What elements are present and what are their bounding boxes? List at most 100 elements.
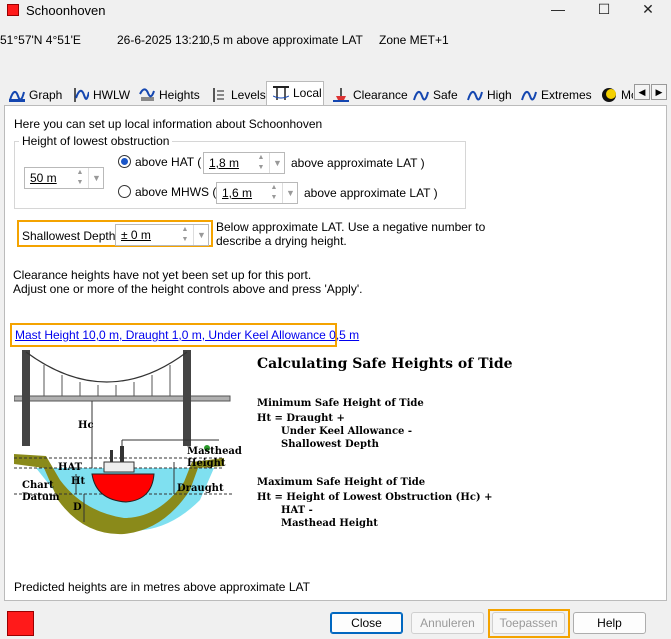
above-hat-label: above HAT ( — [135, 155, 202, 169]
d-label: D — [73, 502, 82, 513]
hat-height-stepper[interactable]: 1,8 m ▲ ▼ ▼ — [203, 152, 285, 174]
mhws-suffix: above approximate LAT ) — [304, 186, 438, 200]
hat-suffix: above approximate LAT ) — [291, 156, 425, 170]
above-mhws-label: above MHWS ( — [135, 185, 217, 199]
chevron-down-icon[interactable]: ▼ — [282, 183, 298, 203]
obstruction-height-stepper[interactable]: 50 m ▲ ▼ ▼ — [24, 167, 104, 189]
maximize-button[interactable]: ☐ — [581, 0, 627, 20]
bridge-deck — [14, 395, 231, 402]
tab-extremes[interactable]: Extremes — [514, 83, 592, 105]
stepper-down-icon[interactable]: ▼ — [254, 163, 268, 173]
stepper-up-icon[interactable]: ▲ — [73, 168, 87, 178]
stepper-up-icon[interactable]: ▲ — [267, 183, 281, 193]
intro-text: Here you can set up local information ab… — [14, 117, 323, 131]
tab-label: Extremes — [541, 88, 592, 102]
datetime-readout: 26-6-2025 13:21 — [117, 33, 206, 47]
masthead-label-2: Height — [187, 458, 226, 469]
tab-safe[interactable]: Safe — [406, 83, 458, 105]
max-safe-title: Maximum Safe Height of Tide — [257, 477, 426, 488]
close-button[interactable]: Close — [330, 612, 403, 634]
tab-scroll-right-button[interactable]: ▶ — [651, 84, 667, 100]
bridge-icon — [273, 86, 289, 100]
bridge-cable — [25, 351, 188, 383]
stepper-up-icon[interactable]: ▲ — [178, 225, 192, 235]
close-window-button[interactable]: ✕ — [625, 0, 671, 20]
safe-height-diagram: Hc HAT Ht D Chart Datum Masthead Height … — [14, 350, 242, 535]
hat-height-value: 1,8 m — [209, 156, 240, 170]
tab-scroll-left-button[interactable]: ◀ — [634, 84, 650, 100]
levels-icon — [213, 88, 224, 102]
tab-label: HWLW — [93, 88, 131, 102]
above-hat-radio[interactable] — [118, 155, 131, 168]
max-safe-line-1: Ht = Height of Lowest Obstruction (Hc) + — [257, 492, 493, 503]
chevron-down-icon[interactable]: ▼ — [88, 168, 104, 188]
cancel-button[interactable]: Annuleren — [411, 612, 484, 634]
stepper-down-icon[interactable]: ▼ — [73, 178, 87, 188]
tab-levels[interactable]: Levels — [204, 83, 266, 105]
tab-label: Mo — [621, 88, 633, 102]
tab-hwlw[interactable]: HWLW — [66, 83, 131, 105]
tab-clearance[interactable]: Clearance — [326, 83, 408, 105]
hc-label: Hc — [78, 420, 94, 431]
ship-superstructure — [103, 461, 135, 473]
height-readout: 0,5 m above approximate LAT — [203, 33, 363, 47]
tab-label: Local — [293, 86, 322, 100]
clearance-message-2: Adjust one or more of the height control… — [13, 282, 363, 296]
tab-bar: Graph HWLW Heights Levels Local Clearanc… — [0, 81, 671, 105]
zone-readout: Zone MET+1 — [379, 33, 449, 47]
minimize-button[interactable]: — — [535, 0, 581, 20]
diagram-heading: Calculating Safe Heights of Tide — [257, 356, 513, 372]
above-mhws-radio[interactable] — [118, 185, 131, 198]
tab-label: Levels — [231, 88, 266, 102]
masthead-label-1: Masthead — [187, 446, 242, 457]
clearance-message-1: Clearance heights have not yet been set … — [13, 268, 312, 282]
shallowest-depth-label: Shallowest Depth — [22, 229, 116, 243]
stepper-down-icon[interactable]: ▼ — [178, 235, 192, 245]
heights-icon — [139, 88, 155, 101]
hwlw-icon — [74, 88, 89, 102]
mhws-height-stepper[interactable]: 1,6 m ▲ ▼ ▼ — [216, 182, 298, 204]
tide-status-indicator — [7, 611, 34, 636]
shallowest-note-1: Below approximate LAT. Use a negative nu… — [216, 220, 486, 234]
graph-icon — [9, 90, 25, 102]
position-readout: 51°57'N 4°51'E — [0, 33, 81, 47]
min-safe-line-2: Under Keel Allowance - — [281, 426, 413, 437]
tab-heights[interactable]: Heights — [132, 83, 200, 105]
obstruction-height-value: 50 m — [30, 171, 57, 185]
shallowest-depth-stepper[interactable]: ± 0 m ▲ ▼ ▼ — [115, 224, 209, 246]
ht-label: Ht — [71, 476, 85, 487]
mhws-height-value: 1,6 m — [222, 186, 253, 200]
tab-label: Clearance — [353, 88, 408, 102]
title-bar: Schoonhoven — ☐ ✕ — [0, 0, 671, 22]
high-icon — [467, 90, 483, 101]
shallowest-note-2: describe a drying height. — [216, 234, 347, 248]
stepper-up-icon[interactable]: ▲ — [254, 153, 268, 163]
chevron-down-icon[interactable]: ▼ — [269, 153, 285, 173]
tab-scroller: ◀ ▶ — [634, 84, 668, 100]
tab-label: High — [487, 88, 512, 102]
bridge-tower-right — [183, 350, 191, 446]
tab-local[interactable]: Local — [266, 81, 324, 105]
obstruction-group-title: Height of lowest obstruction — [19, 134, 173, 148]
tab-label: Heights — [159, 88, 200, 102]
min-safe-title: Minimum Safe Height of Tide — [257, 398, 424, 409]
extremes-icon — [521, 90, 537, 101]
footer-note: Predicted heights are in metres above ap… — [14, 580, 310, 594]
tab-moon[interactable]: Mo — [594, 83, 634, 105]
help-button[interactable]: Help — [573, 612, 646, 634]
apply-button[interactable]: Toepassen — [492, 612, 565, 634]
max-safe-line-2: HAT - — [281, 505, 313, 516]
bridge-tower-left — [22, 350, 30, 446]
stepper-down-icon[interactable]: ▼ — [267, 193, 281, 203]
chevron-down-icon[interactable]: ▼ — [193, 225, 209, 245]
tab-graph[interactable]: Graph — [2, 83, 64, 105]
ship-mast — [110, 450, 113, 462]
min-safe-line-1: Ht = Draught + — [257, 413, 345, 424]
vessel-settings-link[interactable]: Mast Height 10,0 m, Draught 1,0 m, Under… — [15, 328, 359, 342]
window-title: Schoonhoven — [26, 3, 106, 18]
moon-icon — [602, 88, 616, 102]
local-panel: Here you can set up local information ab… — [4, 105, 667, 601]
app-icon — [7, 4, 19, 16]
min-safe-line-3: Shallowest Depth — [281, 439, 379, 450]
tab-high[interactable]: High — [460, 83, 512, 105]
